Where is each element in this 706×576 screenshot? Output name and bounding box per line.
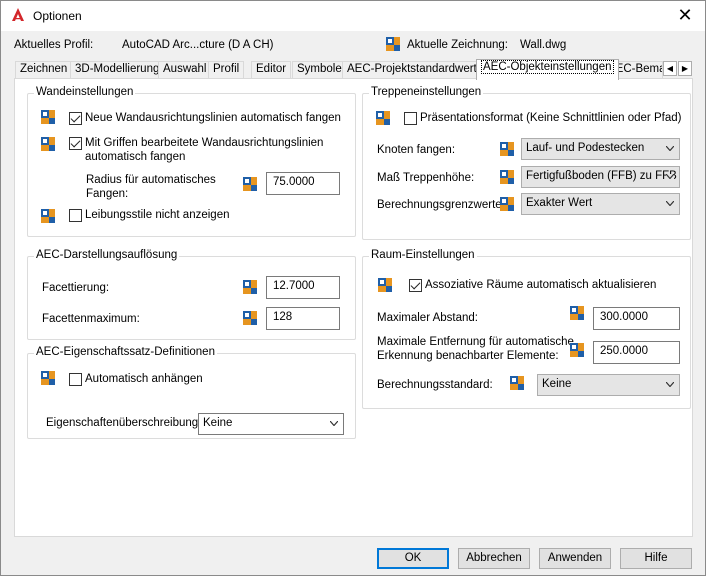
ok-button[interactable]: OK [377,548,449,569]
chevron-down-icon [666,146,674,151]
grip-wall-lines-label-2: automatisch fangen [85,151,186,163]
drawing-scope-icon [41,110,55,124]
assoc-spaces-checkbox[interactable] [409,279,422,292]
drawing-scope-icon [378,278,392,292]
chevron-down-icon [666,201,674,206]
max-detect-label-2: Erkennung benachbarter Elemente: [377,350,559,362]
propset-title: AEC-Eigenschaftssatz-Definitionen [34,346,217,358]
space-settings-group: Raum-Einstellungen Assoziative Räume aut… [362,249,691,409]
override-value: Keine [203,417,233,429]
drawing-scope-icon [570,343,584,357]
current-drawing-value: Wall.dwg [520,39,567,51]
apply-button[interactable]: Anwenden [539,548,611,569]
options-dialog: Optionen ✕ Aktuelles Profil: AutoCAD Arc… [0,0,706,576]
max-distance-label: Maximaler Abstand: [377,312,478,324]
auto-attach-checkbox[interactable] [69,373,82,386]
max-detect-label-1: Maximale Entfernung für automatische [377,336,574,348]
drawing-scope-icon [243,280,257,294]
radius-label-1: Radius für automatisches [86,174,216,186]
reveal-styles-label: Leibungsstile nicht anzeigen [85,209,230,221]
drawing-scope-icon [243,311,257,325]
facet-label: Facettierung: [42,282,110,294]
presentation-format-label: Präsentationsformat (Keine Schnittlinien… [420,112,682,124]
drawing-standards-icon [386,37,400,51]
presentation-format-checkbox[interactable] [404,112,417,125]
assoc-spaces-label: Assoziative Räume automatisch aktualisie… [425,279,657,291]
title-bar: Optionen ✕ [1,1,705,31]
drawing-scope-icon [41,137,55,151]
drawing-scope-icon [500,197,514,211]
aec-object-settings-panel: Wandeinstellungen Neue Wandausrichtungsl… [14,78,693,537]
measure-height-label: Maß Treppenhöhe: [377,172,475,184]
new-wall-lines-label: Neue Wandausrichtungslinien automatisch … [85,112,341,124]
tab-scroll-left-icon[interactable]: ◀ [663,61,677,76]
tab-3d-modellierung[interactable]: 3D-Modellierung [70,61,165,79]
tab-aec-objekteinstellungen[interactable]: AEC-Objekteinstellungen [476,59,619,80]
close-icon[interactable]: ✕ [675,5,695,25]
reveal-styles-checkbox[interactable] [69,209,82,222]
calc-standard-select[interactable]: Keine [537,374,680,396]
max-distance-input[interactable]: 300.0000 [593,307,680,330]
auto-attach-label: Automatisch anhängen [85,373,203,385]
node-snap-label: Knoten fangen: [377,144,456,156]
display-resolution-group: AEC-Darstellungsauflösung Facettierung: … [27,249,356,340]
tab-profil[interactable]: Profil [208,61,245,79]
calc-standard-value: Keine [542,378,572,390]
cancel-button[interactable]: Abbrechen [458,548,530,569]
facet-input[interactable]: 12.7000 [266,276,340,299]
node-snap-select[interactable]: Lauf- und Podestecken [521,138,680,160]
measure-height-select[interactable]: Fertigfußboden (FFB) zu FFB [521,166,680,188]
drawing-scope-icon [500,142,514,156]
stair-settings-group: Treppeneinstellungen Präsentationsformat… [362,86,691,240]
drawing-scope-icon [510,376,524,390]
tab-aec-objekteinstellungen-label: AEC-Objekteinstellungen [481,60,614,74]
drawing-scope-icon [243,177,257,191]
grip-wall-lines-checkbox[interactable] [69,137,82,150]
help-button[interactable]: Hilfe [620,548,692,569]
tab-zeichnen[interactable]: Zeichnen [15,61,73,79]
radius-input[interactable]: 75.0000 [266,172,340,195]
chevron-down-icon [330,421,338,426]
override-label: Eigenschaftenüberschreibung [46,417,199,429]
facet-max-input[interactable]: 128 [266,307,340,330]
calc-limits-label: Berechnungsgrenzwerte: [377,199,505,211]
tab-aec-projektstandardwerte[interactable]: AEC-Projektstandardwerte [342,61,489,79]
tab-strip: Zeichnen 3D-Modellierung Auswahl Profil … [15,59,693,80]
override-select[interactable]: Keine [198,413,344,435]
measure-height-value: Fertigfußboden (FFB) zu FFB [526,170,677,182]
drawing-scope-icon [376,111,390,125]
grip-wall-lines-label-1: Mit Griffen bearbeitete Wandausrichtungs… [85,137,324,149]
calc-limits-value: Exakter Wert [526,197,593,209]
chevron-down-icon [666,174,674,179]
facet-max-label: Facettenmaximum: [42,313,140,325]
stair-settings-title: Treppeneinstellungen [369,86,484,98]
tab-editor[interactable]: Editor [251,61,292,79]
wall-settings-group: Wandeinstellungen Neue Wandausrichtungsl… [27,86,356,237]
drawing-scope-icon [500,170,514,184]
tab-auswahl[interactable]: Auswahl [158,61,212,79]
node-snap-value: Lauf- und Podestecken [526,142,645,154]
current-profile-label: Aktuelles Profil: [14,39,94,51]
wall-settings-title: Wandeinstellungen [34,86,136,98]
current-drawing-label: Aktuelle Zeichnung: [407,39,509,51]
drawing-scope-icon [570,306,584,320]
radius-label-2: Fangen: [86,188,129,200]
window-title: Optionen [33,9,82,23]
current-profile-value: AutoCAD Arc...cture (D A CH) [122,39,274,51]
chevron-down-icon [666,382,674,387]
space-settings-title: Raum-Einstellungen [369,249,477,261]
max-detect-input[interactable]: 250.0000 [593,341,680,364]
drawing-scope-icon [41,209,55,223]
autocad-a-icon [12,8,24,21]
new-wall-lines-checkbox[interactable] [69,112,82,125]
calc-limits-select[interactable]: Exakter Wert [521,193,680,215]
tab-symbole[interactable]: Symbole [292,61,347,79]
calc-standard-label: Berechnungsstandard: [377,379,493,391]
propset-group: AEC-Eigenschaftssatz-Definitionen Automa… [27,346,356,439]
display-resolution-title: AEC-Darstellungsauflösung [34,249,180,261]
tab-scroll-right-icon[interactable]: ▶ [678,61,692,76]
drawing-scope-icon [41,371,55,385]
